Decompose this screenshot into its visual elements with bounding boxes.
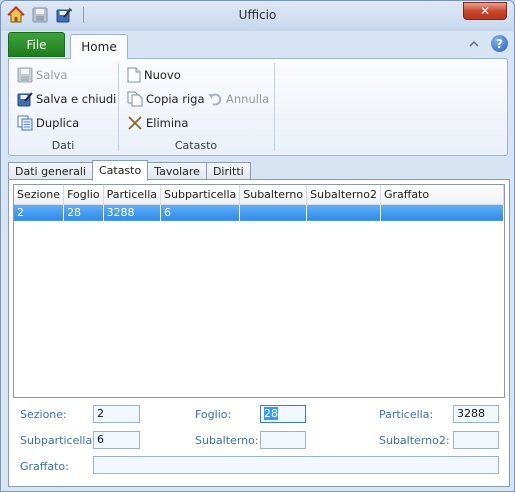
salva-e-chiudi-button[interactable]: Salva e chiudi	[17, 89, 116, 109]
nuovo-label: Nuovo	[144, 68, 181, 82]
column-header-graffato[interactable]: Graffato	[380, 185, 505, 205]
cell-sezione: 2	[14, 204, 65, 221]
close-button[interactable]: ✕	[463, 2, 507, 20]
particella-value: 3288	[457, 407, 485, 420]
undo-icon	[208, 93, 222, 106]
cell-subparticella: 6	[160, 204, 241, 221]
cell-subalterno	[239, 204, 308, 221]
annulla-label: Annulla	[226, 92, 270, 106]
salva-e-chiudi-label: Salva e chiudi	[36, 92, 117, 106]
copy-row-icon	[127, 91, 143, 107]
column-header-particella[interactable]: Particella	[103, 185, 162, 205]
subalterno2-field[interactable]	[453, 431, 499, 449]
record-tabs: Dati generali Catasto Tavolare Diritti	[8, 160, 251, 181]
column-header-sezione[interactable]: Sezione	[14, 185, 65, 205]
copia-riga-label: Copia riga	[146, 92, 205, 106]
cell-graffato	[380, 204, 505, 221]
application-window: Ufficio ✕ File Home ? Salva Salva e chiu…	[0, 0, 515, 492]
catasto-table: Sezione Foglio Particella Subparticella …	[14, 185, 505, 221]
catasto-panel: Sezione Foglio Particella Subparticella …	[8, 179, 510, 487]
graffato-field[interactable]	[93, 456, 499, 474]
subparticella-value: 6	[97, 433, 104, 446]
foglio-value: 28	[264, 407, 278, 420]
ribbon-tab-bar: File Home ?	[8, 32, 508, 59]
table-header-row: Sezione Foglio Particella Subparticella …	[14, 185, 505, 205]
catasto-grid[interactable]: Sezione Foglio Particella Subparticella …	[13, 184, 505, 398]
tab-catasto[interactable]: Catasto	[91, 160, 149, 181]
new-document-icon	[127, 67, 141, 83]
table-row[interactable]: 2 28 3288 6	[14, 204, 505, 221]
save-icon	[17, 67, 33, 83]
column-header-subalterno[interactable]: Subalterno	[239, 185, 308, 205]
copia-riga-button[interactable]: Copia riga	[127, 89, 205, 109]
help-icon[interactable]: ?	[491, 35, 508, 52]
title-bar: Ufficio ✕	[1, 1, 514, 31]
home-tab[interactable]: Home	[70, 34, 128, 59]
cell-foglio: 28	[63, 204, 104, 221]
sezione-value: 2	[97, 407, 104, 420]
group-separator	[274, 63, 275, 151]
file-tab[interactable]: File	[8, 32, 65, 57]
ribbon-controls: ?	[467, 35, 508, 52]
elimina-button[interactable]: Elimina	[127, 113, 188, 133]
annulla-button[interactable]: Annulla	[207, 89, 269, 109]
particella-label: Particella:	[379, 408, 434, 421]
dati-group-label: Dati	[51, 139, 75, 152]
cell-particella: 3288	[103, 204, 162, 221]
catasto-group-label: Catasto	[174, 139, 218, 152]
subparticella-label: Subparticella:	[20, 434, 96, 447]
collapse-ribbon-icon[interactable]	[467, 37, 481, 51]
salva-button[interactable]: Salva	[17, 65, 67, 85]
ribbon-body: Salva Salva e chiudi Duplica Dati Nuovo …	[8, 58, 508, 156]
duplicate-icon	[17, 115, 33, 131]
nuovo-button[interactable]: Nuovo	[127, 65, 181, 85]
subalterno2-label: Subalterno2:	[379, 434, 450, 447]
column-header-subparticella[interactable]: Subparticella	[160, 185, 241, 205]
foglio-field[interactable]: 28	[260, 405, 306, 423]
sezione-field[interactable]: 2	[93, 405, 140, 423]
subalterno-field[interactable]	[260, 431, 306, 449]
duplica-label: Duplica	[36, 116, 80, 130]
column-header-foglio[interactable]: Foglio	[63, 185, 104, 205]
subparticella-field[interactable]: 6	[93, 431, 140, 449]
duplica-button[interactable]: Duplica	[17, 113, 79, 133]
graffato-label: Graffato:	[20, 460, 69, 473]
catasto-group: Nuovo Copia riga Annulla Elimina Catasto	[119, 59, 273, 155]
dati-group: Salva Salva e chiudi Duplica Dati	[9, 59, 117, 155]
save-close-icon	[17, 92, 33, 107]
subalterno-label: Subalterno:	[195, 434, 259, 447]
foglio-label: Foglio:	[195, 408, 232, 421]
sezione-label: Sezione:	[20, 408, 67, 421]
window-title: Ufficio	[238, 8, 277, 22]
delete-x-icon	[128, 116, 142, 130]
salva-label: Salva	[36, 68, 68, 82]
column-header-subalterno2[interactable]: Subalterno2	[306, 185, 381, 205]
particella-field[interactable]: 3288	[453, 405, 499, 423]
elimina-label: Elimina	[146, 116, 189, 130]
cell-subalterno2	[306, 204, 381, 221]
